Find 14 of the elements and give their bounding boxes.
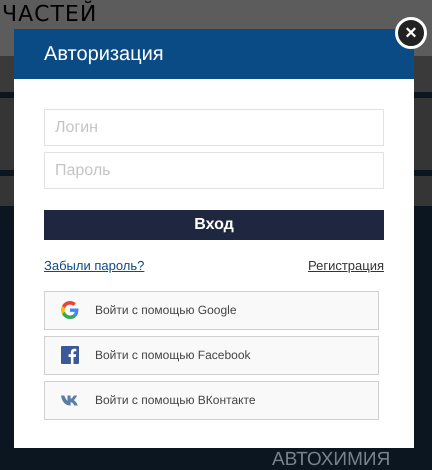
page-heading: ЧАСТЕЙ (2, 3, 98, 27)
forgot-password-link[interactable]: Забыли пароль? (44, 256, 144, 276)
category-tile-label: АВТОХИМИЯ (272, 449, 390, 470)
google-icon (61, 301, 79, 319)
modal-title: Авторизация (44, 42, 164, 67)
text-field[interactable]: Логин (44, 109, 384, 146)
social-login-button[interactable]: Войти с помощью Facebook (44, 336, 379, 374)
text-field[interactable]: Пароль (44, 152, 384, 189)
register-link[interactable]: Регистрация (308, 256, 384, 276)
vk-icon (61, 394, 79, 406)
social-login-button[interactable]: Войти с помощью ВКонтакте (44, 380, 379, 420)
login-button[interactable]: Вход (44, 210, 384, 240)
social-login-button[interactable]: Войти с помощью Google (44, 290, 379, 330)
facebook-icon (61, 346, 79, 364)
